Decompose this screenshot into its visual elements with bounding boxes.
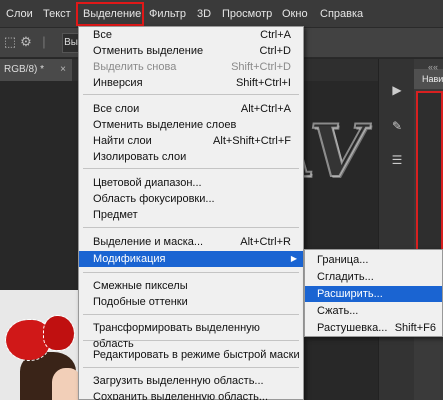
marquee-dotted-icon[interactable]: ⬚ <box>2 34 18 50</box>
document-tab-label: RGB/8) * <box>4 64 45 75</box>
menu-item-modify[interactable]: Модификация ▶ <box>79 251 303 267</box>
submenu-item-label: Сгладить... <box>317 271 374 283</box>
menu-item-deselect-layers[interactable]: Отменить выделение слоев <box>79 117 303 133</box>
submenu-item-feather[interactable]: Растушевка... Shift+F6 <box>305 320 442 336</box>
shortcut: Shift+Ctrl+D <box>231 61 291 73</box>
menu-item-label: Редактировать в режиме быстрой маски <box>93 349 300 361</box>
shortcut: Alt+Ctrl+A <box>240 103 291 115</box>
sliders-icon[interactable]: ☰ <box>388 151 406 169</box>
menu-item-label: Найти слои <box>93 135 152 147</box>
menu-item-label: Выделение и маска... <box>93 236 204 248</box>
menu-item-label: Цветовой диапазон... <box>93 177 202 189</box>
menu-item-all-layers[interactable]: Все слои Alt+Ctrl+A <box>79 101 303 117</box>
menu-item-label: Все <box>93 29 112 41</box>
select-menu-dropdown: Все Ctrl+A Отменить выделение Ctrl+D Выдел… <box>78 26 304 400</box>
menu-item-label: Область фокусировки... <box>93 193 215 205</box>
play-icon[interactable]: ▶ <box>388 81 406 99</box>
menu-item-label: Подобные оттенки <box>93 296 188 308</box>
menu-item-label: Отменить выделение слоев <box>93 119 237 131</box>
menu-item-subject[interactable]: Предмет <box>79 207 303 223</box>
shortcut: Shift+F6 <box>394 322 436 334</box>
menu-item-transform-selection[interactable]: Трансформировать выделенную область <box>79 320 303 350</box>
submenu-item-label: Сжать... <box>317 305 359 317</box>
shortcut: Ctrl+A <box>260 29 291 41</box>
menu-item-all[interactable]: Все Ctrl+A <box>79 27 303 43</box>
shortcut: Ctrl+D <box>259 45 291 57</box>
menu-type[interactable]: Текст <box>43 0 71 28</box>
shortcut: Alt+Ctrl+R <box>240 236 291 248</box>
modify-submenu: Граница... Сгладить... Расширить... Сжат… <box>304 249 443 337</box>
menu-item-label: Трансформировать выделенную область <box>93 322 260 350</box>
shortcut: Alt+Shift+Ctrl+F <box>213 135 291 147</box>
menu-item-color-range[interactable]: Цветовой диапазон... <box>79 175 303 191</box>
divider-icon: | <box>42 34 46 49</box>
submenu-item-contract[interactable]: Сжать... <box>305 303 442 319</box>
submenu-item-label: Граница... <box>317 254 369 266</box>
submenu-item-label: Расширить... <box>317 288 383 300</box>
menu-3d[interactable]: 3D <box>197 0 211 28</box>
menu-item-similar[interactable]: Подобные оттенки <box>79 294 303 310</box>
image-red-bow-right <box>43 315 75 351</box>
menu-item-label: Модификация <box>93 253 166 265</box>
menu-help[interactable]: Справка <box>320 0 363 28</box>
menu-separator <box>83 94 299 95</box>
submenu-item-border[interactable]: Граница... <box>305 252 442 268</box>
menu-bar: Слои Текст Выделение Фильтр 3D Просмотр … <box>0 0 443 28</box>
menu-view[interactable]: Просмотр <box>222 0 272 28</box>
menu-item-label: Выделить снова <box>93 61 177 73</box>
menu-item-isolate-layers[interactable]: Изолировать слои <box>79 149 303 165</box>
menu-filter[interactable]: Фильтр <box>149 0 186 28</box>
menu-select-highlight-box <box>76 2 144 26</box>
menu-separator <box>83 227 299 228</box>
menu-item-save-selection[interactable]: Сохранить выделенную область... <box>79 389 303 400</box>
menu-separator <box>83 272 299 273</box>
menu-item-focus-area[interactable]: Область фокусировки... <box>79 191 303 207</box>
menu-item-label: Смежные пикселы <box>93 280 188 292</box>
menu-item-label: Загрузить выделенную область... <box>93 375 264 387</box>
menu-item-label: Предмет <box>93 209 138 221</box>
menu-layers[interactable]: Слои <box>6 0 33 28</box>
menu-separator <box>83 314 299 315</box>
gear-icon[interactable]: ⚙ <box>18 34 34 50</box>
menu-item-quick-mask[interactable]: Редактировать в режиме быстрой маски <box>79 347 303 363</box>
menu-separator <box>83 340 299 341</box>
submenu-item-expand[interactable]: Расширить... <box>305 286 442 302</box>
menu-item-load-selection[interactable]: Загрузить выделенную область... <box>79 373 303 389</box>
menu-item-label: Сохранить выделенную область... <box>93 391 269 400</box>
navigator-panel: Нави <box>414 59 443 400</box>
menu-separator <box>83 168 299 169</box>
menu-item-find-layers[interactable]: Найти слои Alt+Shift+Ctrl+F <box>79 133 303 149</box>
menu-separator <box>83 367 299 368</box>
collapse-panels-icon[interactable]: «« <box>428 62 441 72</box>
photoshop-window: Слои Текст Выделение Фильтр 3D Просмотр … <box>0 0 443 400</box>
menu-item-label: Инверсия <box>93 77 143 89</box>
navigator-panel-header[interactable]: Нави <box>414 69 443 89</box>
submenu-item-smooth[interactable]: Сгладить... <box>305 269 442 285</box>
document-tab[interactable]: RGB/8) * × <box>0 59 72 81</box>
menu-item-reselect: Выделить снова Shift+Ctrl+D <box>79 59 303 75</box>
close-icon[interactable]: × <box>60 59 66 81</box>
menu-item-select-and-mask[interactable]: Выделение и маска... Alt+Ctrl+R <box>79 234 303 250</box>
menu-item-deselect[interactable]: Отменить выделение Ctrl+D <box>79 43 303 59</box>
menu-item-grow[interactable]: Смежные пикселы <box>79 278 303 294</box>
submenu-item-label: Растушевка... <box>317 322 388 334</box>
menu-item-label: Все слои <box>93 103 140 115</box>
menu-item-label: Отменить выделение <box>93 45 204 57</box>
menu-item-inverse[interactable]: Инверсия Shift+Ctrl+I <box>79 75 303 91</box>
panel-toolbar: ▶ ✎ ☰ <box>378 59 414 400</box>
shortcut: Shift+Ctrl+I <box>235 77 291 89</box>
brush-icon[interactable]: ✎ <box>388 117 406 135</box>
menu-window[interactable]: Окно <box>282 0 308 28</box>
submenu-arrow-icon: ▶ <box>290 254 297 263</box>
menu-item-label: Изолировать слои <box>93 151 187 163</box>
